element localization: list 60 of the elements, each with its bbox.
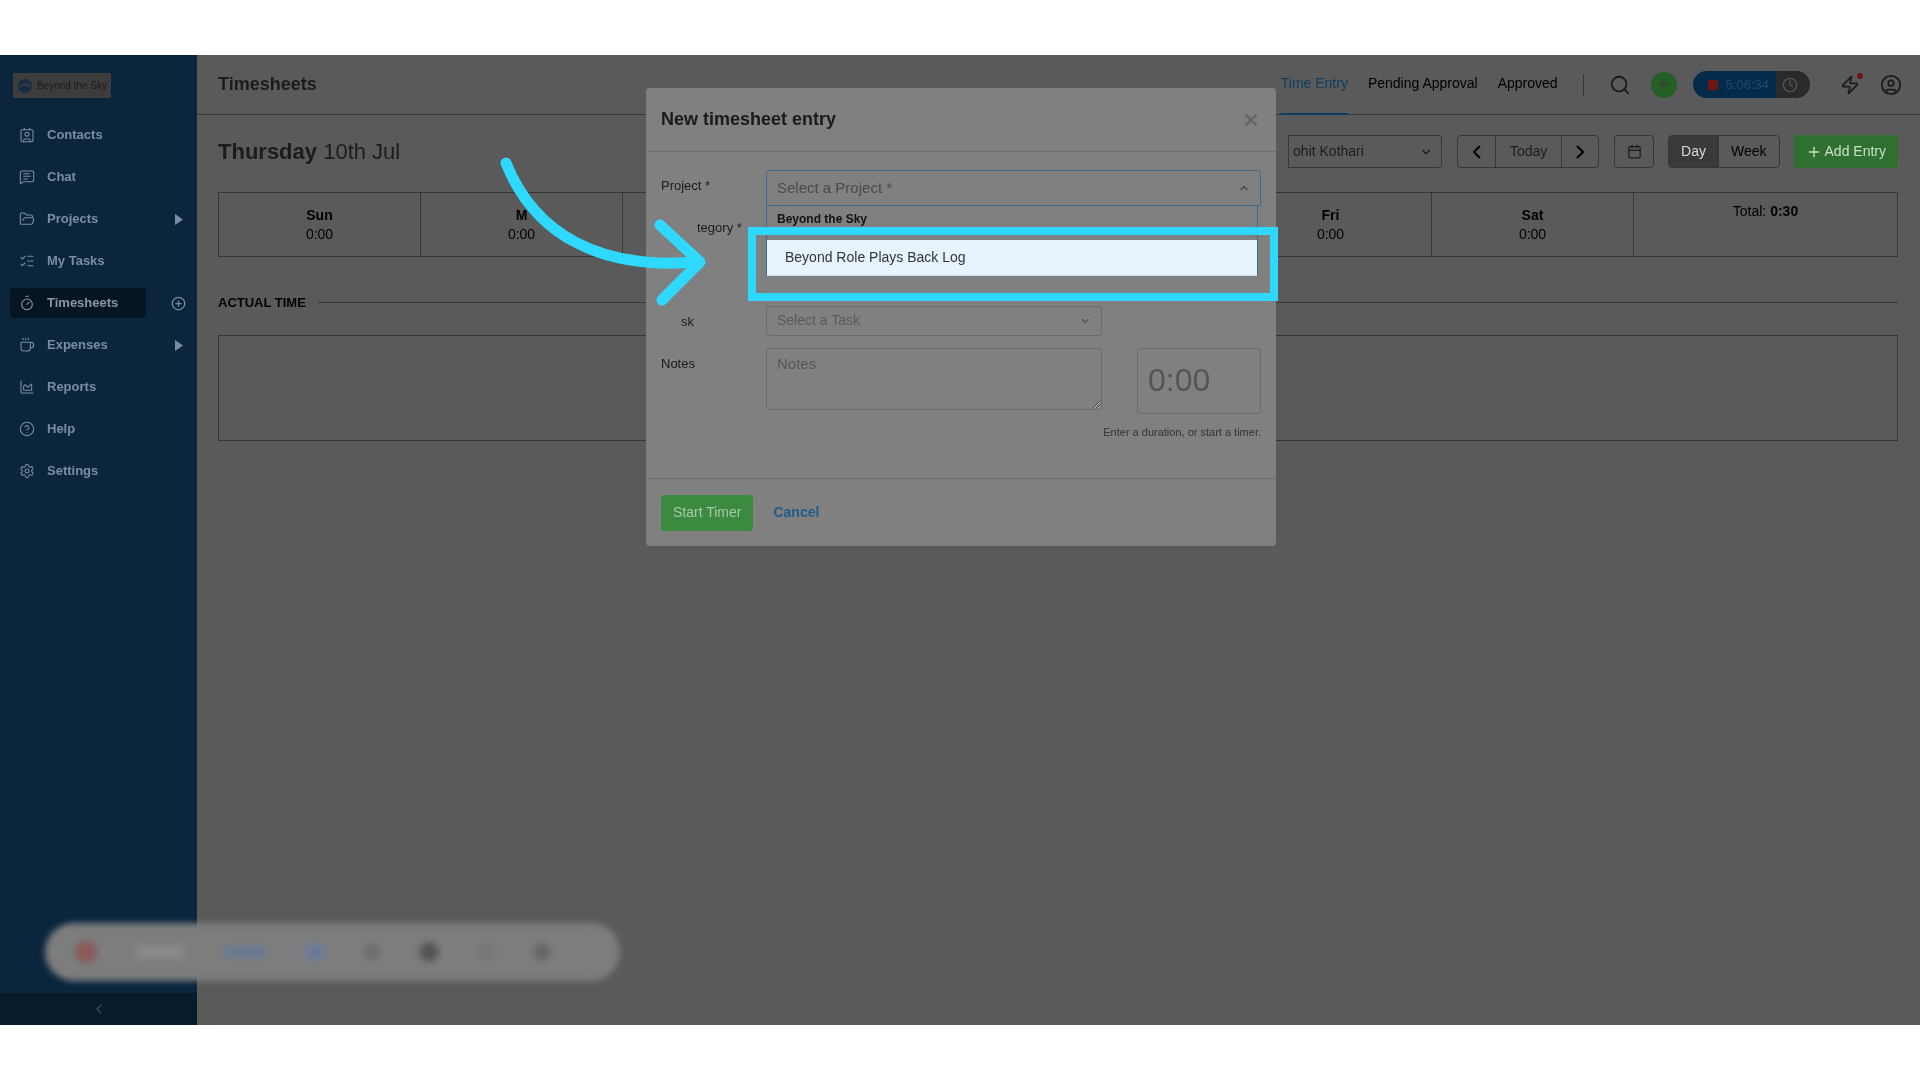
day-total: 0:00 [305, 224, 334, 244]
day-total: 0:00 [1316, 224, 1345, 244]
user-select[interactable]: ohit Kothari [1288, 135, 1443, 168]
sidebar-item[interactable]: Reports [10, 372, 146, 402]
section-heading: ACTUAL TIME [218, 294, 306, 312]
checklist-icon [19, 253, 35, 269]
folder-icon [19, 211, 35, 227]
sidebar-item[interactable]: Projects [10, 204, 146, 234]
stopwatch-icon [19, 295, 35, 311]
clock-icon [1782, 76, 1798, 93]
start-timer-button[interactable]: Start Timer [661, 494, 754, 531]
chevron-left-icon [1472, 144, 1481, 159]
sidebar-item[interactable]: Help [10, 414, 146, 444]
sidebar-item[interactable]: Contacts [10, 120, 146, 150]
duration-hint: Enter a duration, or start a timer. [1103, 424, 1261, 440]
expand-caret-icon[interactable] [175, 213, 183, 225]
user-avatar-icon[interactable] [1880, 73, 1902, 96]
field-label: Project * [661, 177, 712, 195]
sidebar-item[interactable]: Chat [10, 162, 146, 192]
tab[interactable]: Approved [1497, 54, 1558, 115]
clock-button[interactable] [1776, 71, 1810, 98]
area-chart-icon [19, 379, 35, 395]
day-total: 0:00 [1518, 224, 1547, 244]
week-total: Total: 0:30 [1732, 202, 1799, 221]
field-label: sk [681, 312, 695, 331]
day-total: 0:00 [507, 224, 536, 244]
tab[interactable]: Pending Approval [1367, 54, 1478, 115]
sidebar-item[interactable]: Settings [10, 456, 146, 486]
view-toggle[interactable]: Day [1669, 136, 1718, 167]
sidebar-item[interactable]: Timesheets [10, 288, 146, 318]
sidebar-item[interactable]: My Tasks [10, 246, 146, 276]
calendar-icon [1626, 144, 1642, 159]
add-circle-button[interactable] [1650, 71, 1677, 98]
date-heading: Thursday 10th Jul [218, 138, 401, 166]
contact-card-icon [19, 127, 35, 143]
chat-bubble-icon [19, 169, 35, 185]
search-icon[interactable] [1608, 73, 1631, 96]
chevron-right-icon [1576, 144, 1585, 159]
add-circle-icon[interactable] [171, 295, 186, 311]
day-name: Sun [306, 205, 333, 224]
dialog-title: New timesheet entry [661, 108, 837, 131]
expand-caret-icon[interactable] [175, 339, 183, 351]
help-icon [19, 421, 35, 437]
page-title: Timesheets [218, 73, 317, 96]
field-label: Notes [661, 354, 696, 373]
option-group-label: Beyond the Sky [777, 212, 868, 226]
calendar-button[interactable] [1614, 135, 1655, 168]
settings-icon [19, 463, 35, 479]
sidebar-item[interactable]: Expenses [10, 330, 146, 360]
cup-icon [19, 337, 35, 353]
day-name: M [515, 205, 528, 224]
day-name: Sat [1521, 205, 1544, 224]
globe-logo-icon [17, 76, 33, 95]
add-entry-button[interactable]: Add Entry [1793, 135, 1898, 168]
day-name: Fri [1321, 205, 1340, 224]
dropdown-option[interactable]: Beyond Role Plays Back Log [767, 240, 1257, 276]
view-toggle[interactable]: Week [1717, 136, 1779, 167]
stop-square-icon [1707, 79, 1718, 90]
field-label: tegory * [697, 219, 743, 237]
bolt-icon[interactable] [1840, 74, 1860, 95]
